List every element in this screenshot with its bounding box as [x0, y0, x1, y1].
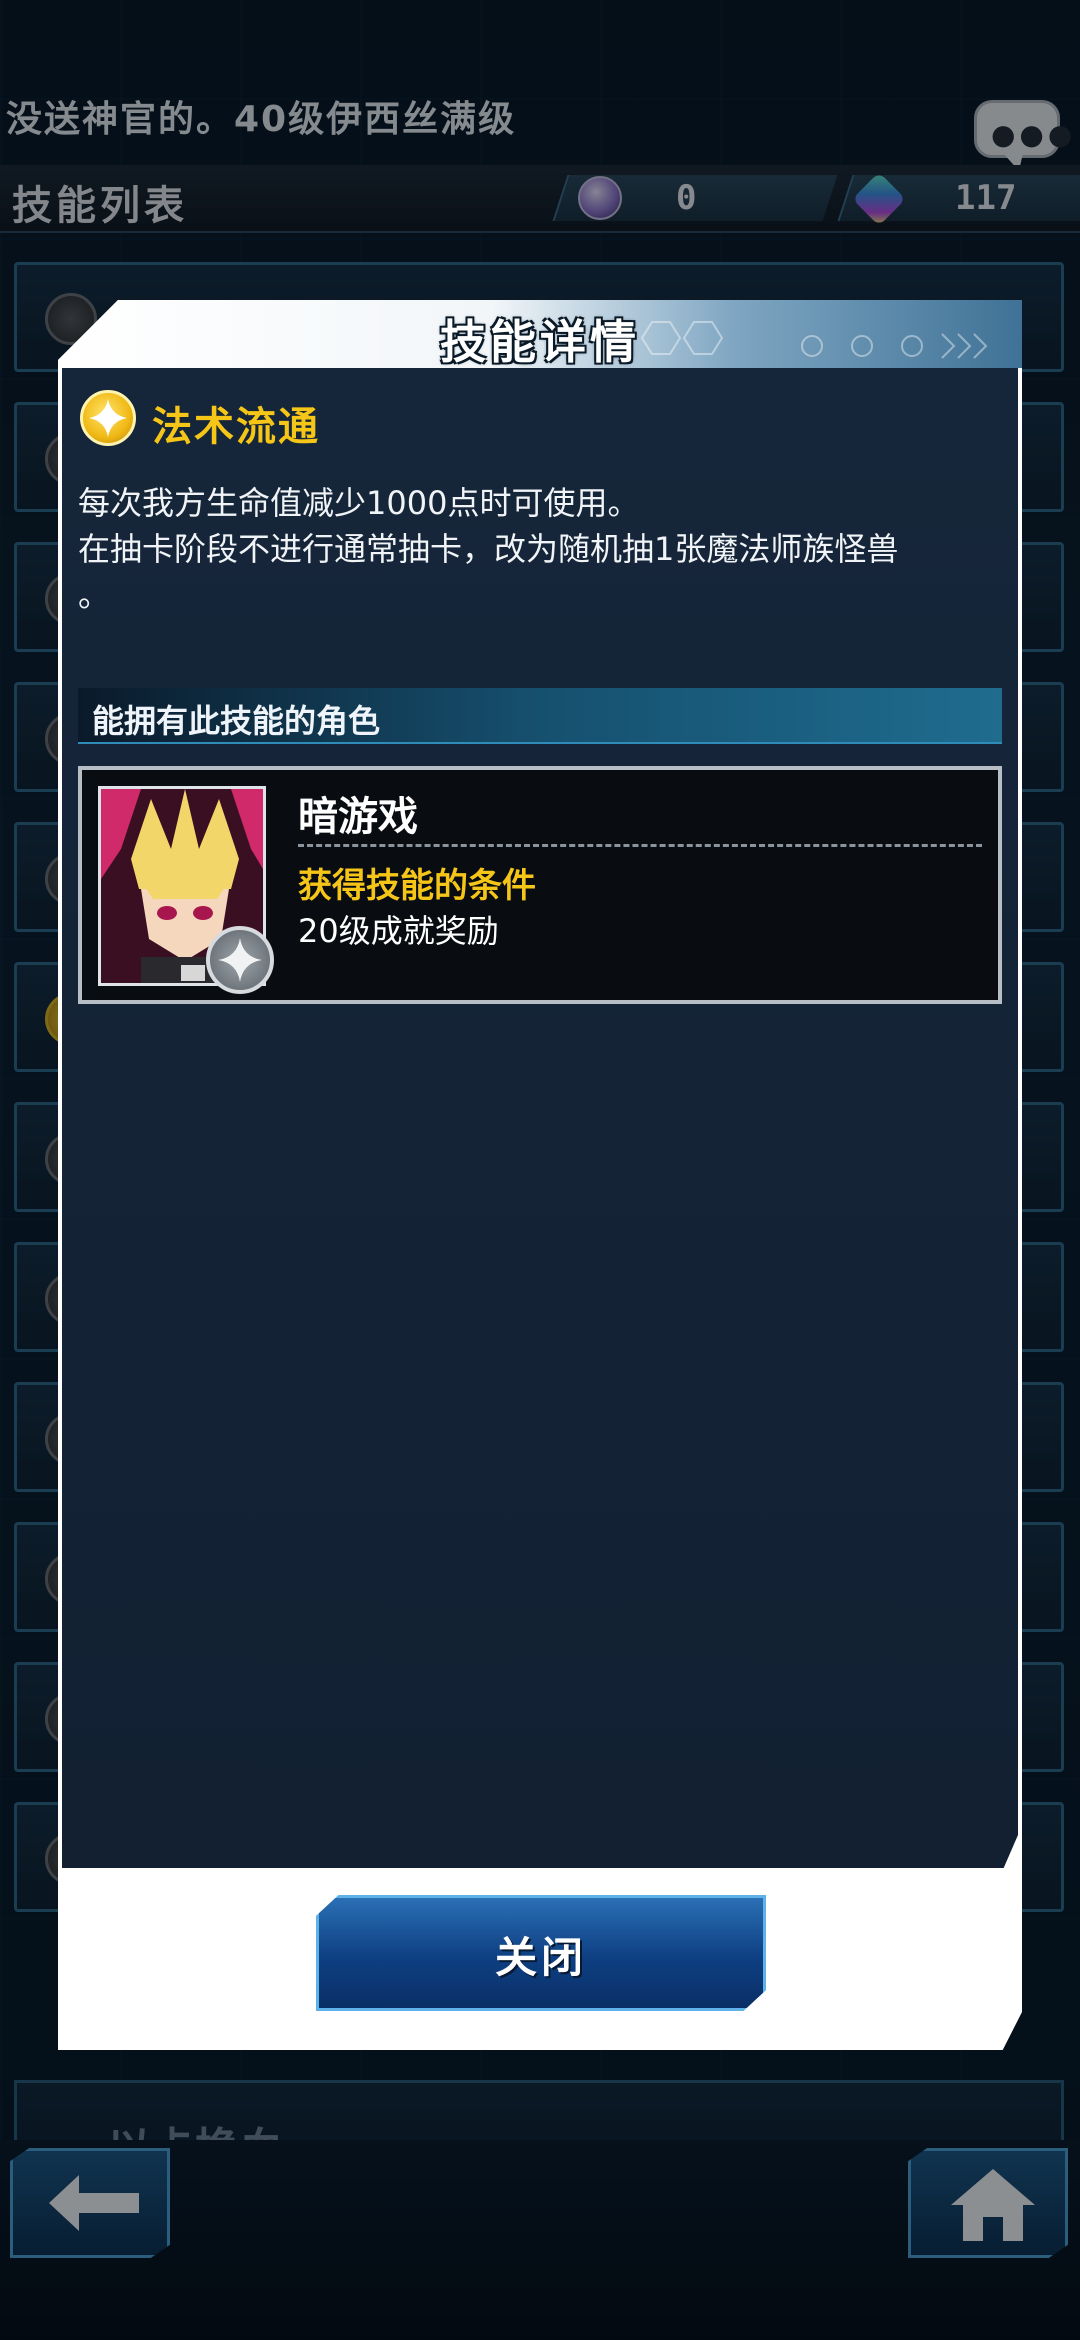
skill-name: 法术流通 [152, 404, 320, 450]
section-label: 能拥有此技能的角色 [92, 702, 381, 740]
condition-value: 20级成就奖励 [298, 912, 499, 950]
skill-detail-modal: 技能详情 法术流通 每次我方生命值减少1000点时可使用。 在抽卡阶段不进行通常… [58, 300, 1022, 2050]
skill-description-line: 在抽卡阶段不进行通常抽卡，改为随机抽1张魔法师族怪兽 [78, 530, 899, 568]
gray-star-badge-icon [206, 926, 274, 994]
condition-label: 获得技能的条件 [298, 866, 536, 906]
close-button[interactable]: 关闭 [316, 1895, 766, 2011]
screen: 没送神官的。40级伊西丝满级 ●●● 技能列表 0 117 以卡换血 [0, 0, 1080, 2340]
star-icon [80, 390, 136, 446]
skill-description-line: 。 [78, 576, 111, 614]
close-button-label: 关闭 [494, 1933, 587, 1982]
star-glyph [89, 399, 127, 437]
character-name: 暗游戏 [298, 794, 418, 840]
modal-header: 技能详情 [58, 300, 1022, 369]
modal-title: 技能详情 [440, 315, 640, 369]
character-card[interactable]: 暗游戏 获得技能的条件 20级成就奖励 [78, 766, 1002, 1004]
modal-body: 法术流通 每次我方生命值减少1000点时可使用。 在抽卡阶段不进行通常抽卡，改为… [62, 368, 1018, 1868]
skill-description: 每次我方生命值减少1000点时可使用。 在抽卡阶段不进行通常抽卡，改为随机抽1张… [78, 480, 1008, 618]
divider [298, 844, 982, 847]
badge-star-glyph [218, 938, 262, 982]
section-header: 能拥有此技能的角色 [78, 688, 1002, 744]
skill-description-line: 每次我方生命值减少1000点时可使用。 [78, 484, 640, 522]
